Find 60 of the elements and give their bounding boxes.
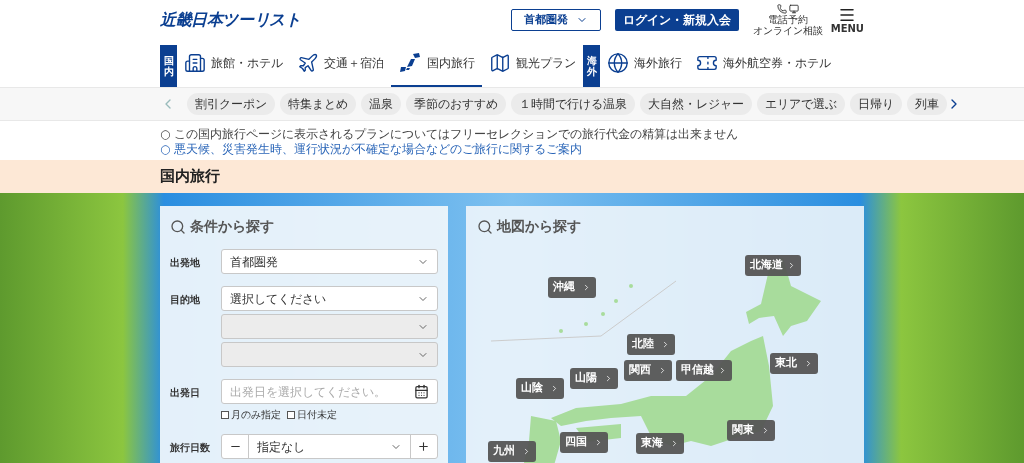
- checkbox[interactable]: [221, 410, 229, 419]
- menu-icon: [838, 6, 857, 24]
- globe-icon: [607, 51, 629, 74]
- region-button[interactable]: 関西: [623, 360, 672, 381]
- search-icon: [170, 218, 186, 235]
- calendar-icon: [413, 384, 429, 399]
- bullet-mark: ○: [160, 142, 171, 156]
- nav-tab[interactable]: 観光プラン: [482, 40, 583, 87]
- category-chip[interactable]: 日帰り: [850, 93, 902, 115]
- region-button[interactable]: 北陸: [626, 334, 675, 355]
- field-label: 旅行日数: [170, 441, 211, 455]
- login-button[interactable]: ログイン・新規入会: [614, 9, 739, 31]
- checkbox-label: 日付未定: [297, 408, 337, 422]
- category-chip[interactable]: 列車: [907, 93, 947, 115]
- nav-tab[interactable]: 旅館・ホテル: [177, 40, 290, 87]
- category-chip[interactable]: 特集まとめ: [280, 93, 356, 115]
- phone-consult-link[interactable]: 電話予約 オンライン相談: [752, 4, 823, 36]
- field-label: 出発日: [170, 386, 201, 400]
- nav-tab[interactable]: 海外航空券・ホテル: [689, 40, 838, 87]
- region-button[interactable]: 四国: [559, 432, 608, 453]
- notice-link[interactable]: 悪天候、災害発生時、運行状況が不確定な場合などのご旅行に関するご案内: [174, 142, 583, 156]
- select-field[interactable]: 首都圏発: [221, 249, 438, 274]
- category-chip[interactable]: 大自然・レジャー: [640, 93, 752, 115]
- category-chip[interactable]: エリアで選ぶ: [757, 93, 845, 115]
- category-chip[interactable]: 割引クーポン: [187, 93, 275, 115]
- checkbox[interactable]: [287, 410, 295, 419]
- region-button[interactable]: 山陽: [569, 368, 618, 389]
- region-button[interactable]: 沖縄: [547, 277, 596, 298]
- site-logo[interactable]: 近畿日本ツーリスト: [160, 8, 301, 32]
- nav-tab[interactable]: 海外旅行: [600, 40, 689, 87]
- section-heading: 国内旅行: [160, 166, 220, 188]
- nav-tab[interactable]: 交通＋宿泊: [290, 40, 391, 87]
- section-badge: 海外: [583, 45, 600, 87]
- region-button[interactable]: 山陰: [515, 378, 564, 399]
- menu-button[interactable]: MENU: [830, 6, 864, 34]
- field-label: 出発地: [170, 256, 201, 270]
- region-button[interactable]: 九州: [487, 441, 536, 462]
- field-label: 目的地: [170, 293, 201, 307]
- phone-icon: [776, 4, 787, 14]
- bullet-mark: ○: [160, 127, 171, 141]
- category-chip[interactable]: 温泉: [361, 93, 401, 115]
- category-chip[interactable]: １時間で行ける温泉: [511, 93, 635, 115]
- region-button[interactable]: 東北: [769, 353, 818, 374]
- region-button[interactable]: 甲信越: [675, 360, 732, 381]
- region-button[interactable]: 東海: [635, 433, 684, 454]
- notice-text: この国内旅行ページに表示されるプランについてはフリーセレクションでの旅行代金の精算は出来ません: [174, 127, 739, 141]
- section-badge: 国内: [160, 45, 177, 87]
- building-icon: [184, 51, 206, 74]
- category-chip[interactable]: 季節のおすすめ: [406, 93, 506, 115]
- select-field[interactable]: 選択してください: [221, 286, 438, 311]
- search-icon: [476, 218, 493, 235]
- region-button[interactable]: 関東: [726, 420, 775, 441]
- region-select[interactable]: 首都圏発: [510, 9, 601, 31]
- checkbox-label: 月のみ指定: [231, 408, 281, 422]
- plane-icon: [297, 51, 319, 74]
- monitor-icon: [788, 4, 799, 14]
- panel-title: 地図から探す: [496, 217, 581, 236]
- panel-title: 条件から探す: [190, 217, 274, 236]
- japan-map-icon: [398, 51, 422, 74]
- region-button[interactable]: 北海道: [744, 255, 801, 276]
